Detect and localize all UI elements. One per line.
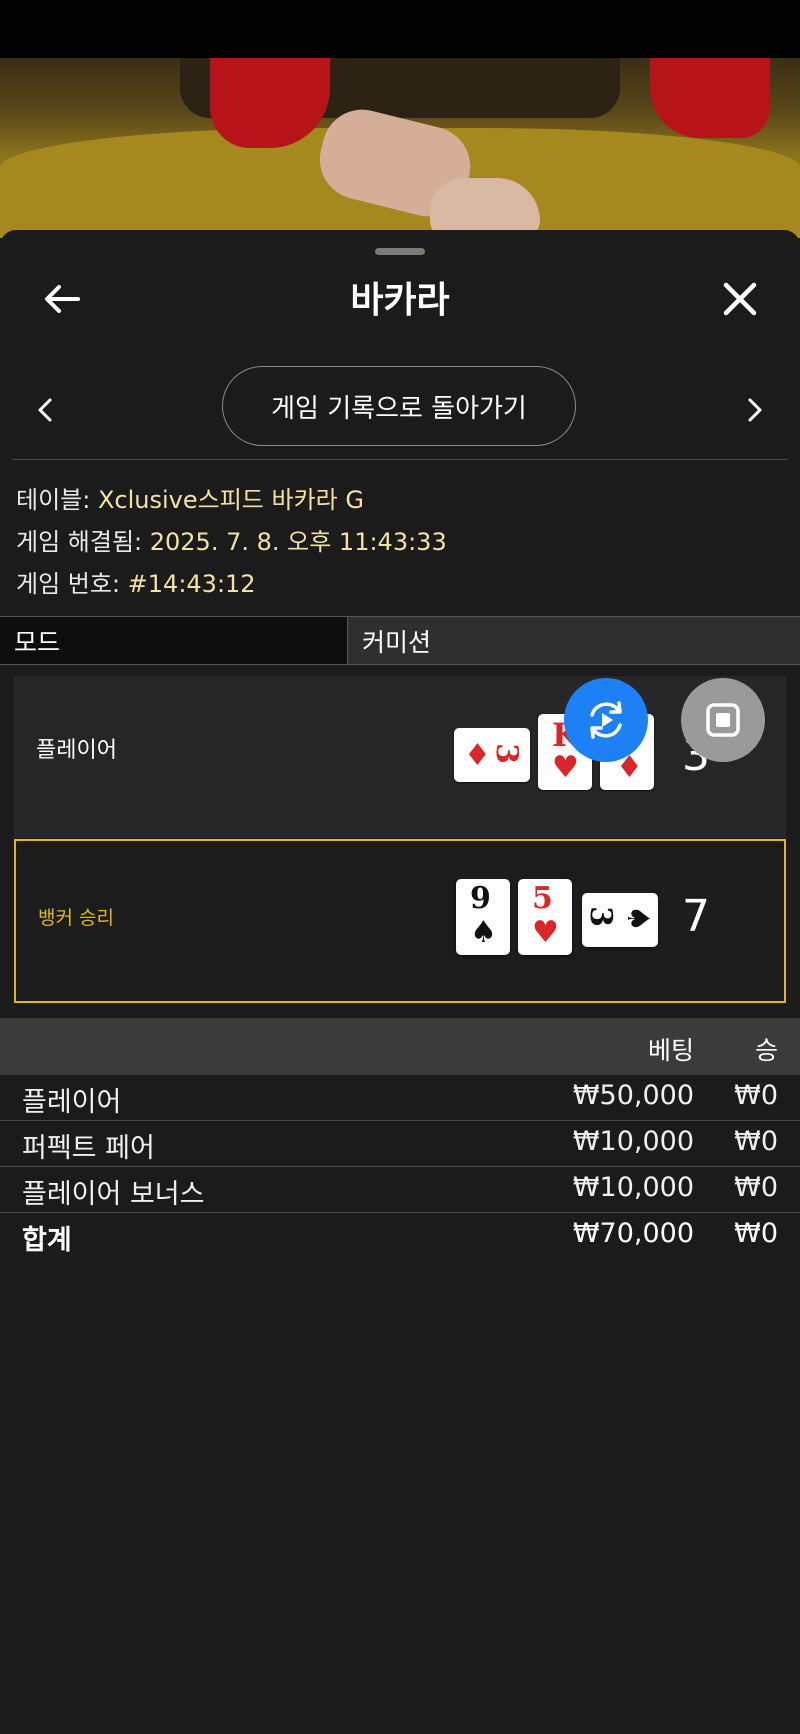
tab-mode[interactable]: 모드 bbox=[0, 617, 348, 664]
banker-hand-row: 뱅커 승리 9 ♠ 5 ♥ 3 ♠ 7 bbox=[14, 839, 786, 1003]
stop-icon bbox=[706, 703, 740, 737]
playing-card: 3 ♠ bbox=[582, 893, 658, 947]
total-label: 합계 bbox=[22, 1225, 72, 1256]
game-number-value: #14:43:12 bbox=[127, 570, 256, 598]
page-title: 바카라 bbox=[350, 280, 450, 321]
card-suit: ♠ bbox=[470, 915, 497, 950]
total-win-amount: ₩0 bbox=[734, 1218, 778, 1249]
resolved-label: 게임 해결됨: bbox=[16, 528, 150, 556]
chevron-right-icon bbox=[748, 398, 762, 422]
playing-card: 5 ♥ bbox=[518, 879, 572, 955]
table-row: 플레이어 ₩50,000 ₩0 bbox=[0, 1075, 800, 1121]
resolved-info: 게임 해결됨: 2025. 7. 8. 오후 11:43:33 bbox=[16, 522, 447, 557]
bet-amount: ₩50,000 bbox=[572, 1080, 694, 1111]
total-bet-amount: ₩70,000 bbox=[572, 1218, 694, 1249]
card-suit: ♥ bbox=[552, 750, 579, 785]
game-number-label: 게임 번호: bbox=[16, 570, 128, 598]
win-amount: ₩0 bbox=[734, 1172, 778, 1203]
player-hand-label: 플레이어 bbox=[36, 738, 117, 763]
back-to-history-button[interactable]: 게임 기록으로 돌아가기 bbox=[222, 366, 576, 446]
card-suit: ♦ bbox=[464, 738, 491, 773]
table-row: 퍼펙트 페어 ₩10,000 ₩0 bbox=[0, 1121, 800, 1167]
win-column-header: 승 bbox=[754, 1036, 778, 1065]
bets-table-header: 베팅 승 bbox=[0, 1018, 800, 1075]
close-button[interactable] bbox=[716, 275, 764, 323]
next-game-button[interactable] bbox=[738, 390, 772, 430]
banker-win-label: 뱅커 승리 bbox=[38, 907, 114, 929]
card-rank: 3 bbox=[582, 906, 618, 927]
win-amount: ₩0 bbox=[734, 1080, 778, 1111]
live-video-background bbox=[0, 58, 800, 238]
table-label: 테이블: bbox=[16, 486, 98, 514]
arrow-left-icon bbox=[45, 285, 80, 313]
card-suit: ♥ bbox=[532, 915, 559, 950]
mode-tabs: 모드 커미션 bbox=[0, 616, 800, 665]
bet-name: 플레이어 bbox=[22, 1087, 122, 1118]
stop-button[interactable] bbox=[681, 678, 765, 762]
resolved-value: 2025. 7. 8. 오후 11:43:33 bbox=[149, 528, 447, 556]
previous-game-button[interactable] bbox=[28, 390, 62, 430]
banker-score: 7 bbox=[682, 891, 710, 942]
playing-card: ♦ 3 bbox=[454, 728, 530, 782]
bet-amount: ₩10,000 bbox=[572, 1172, 694, 1203]
card-rank: 5 bbox=[532, 881, 553, 916]
table-value: Xclusive스피드 바카라 G bbox=[97, 486, 364, 514]
card-suit: ♠ bbox=[619, 905, 655, 932]
card-rank: 9 bbox=[470, 881, 491, 916]
card-rank: 3 bbox=[488, 743, 524, 764]
total-row: 합계 ₩70,000 ₩0 bbox=[0, 1213, 800, 1258]
table-info: 테이블: Xclusive스피드 바카라 G bbox=[16, 480, 364, 515]
replay-icon bbox=[590, 701, 622, 739]
game-number-info: 게임 번호: #14:43:12 bbox=[16, 564, 256, 599]
back-button[interactable] bbox=[38, 275, 86, 323]
bet-name: 플레이어 보너스 bbox=[22, 1179, 205, 1210]
divider bbox=[12, 459, 788, 460]
status-bar bbox=[0, 0, 800, 58]
replay-button[interactable] bbox=[564, 678, 648, 762]
close-icon bbox=[723, 282, 757, 316]
table-row: 플레이어 보너스 ₩10,000 ₩0 bbox=[0, 1167, 800, 1213]
sheet-drag-handle[interactable] bbox=[375, 248, 425, 255]
bet-amount: ₩10,000 bbox=[572, 1126, 694, 1157]
chevron-left-icon bbox=[38, 398, 52, 422]
win-amount: ₩0 bbox=[734, 1126, 778, 1157]
bet-name: 퍼펙트 페어 bbox=[22, 1133, 155, 1164]
tab-commission[interactable]: 커미션 bbox=[348, 617, 800, 664]
bet-column-header: 베팅 bbox=[647, 1036, 694, 1065]
player-hand-row: 플레이어 ♦ 3 K ♥ ♦ 3 bbox=[14, 676, 786, 838]
playing-card: 9 ♠ bbox=[456, 879, 510, 955]
